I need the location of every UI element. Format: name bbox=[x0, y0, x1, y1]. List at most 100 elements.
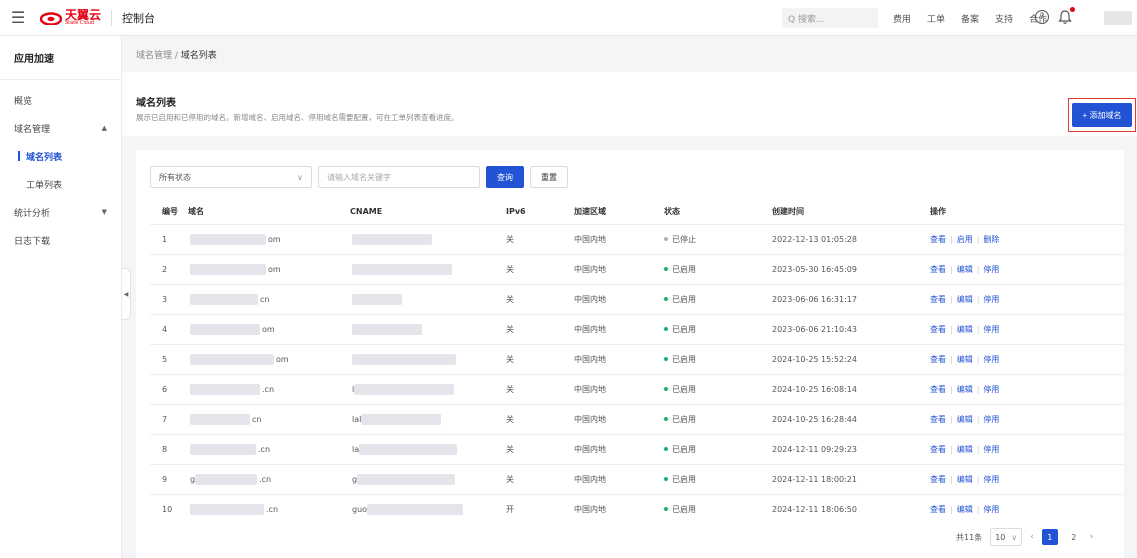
row-number: 8 bbox=[150, 433, 188, 464]
disable-link[interactable]: 停用 bbox=[983, 385, 999, 394]
edit-link[interactable]: 编辑 bbox=[957, 295, 973, 304]
view-link[interactable]: 查看 bbox=[930, 385, 946, 394]
domain-cell[interactable]: om bbox=[188, 313, 350, 344]
edit-link[interactable]: 编辑 bbox=[957, 505, 973, 514]
domain-cell[interactable]: cn bbox=[188, 283, 350, 314]
sidebar-item-ticket-list[interactable]: 工单列表 bbox=[0, 170, 121, 198]
status-cell: 已启用 bbox=[664, 343, 772, 374]
sidebar-item-label: 统计分析 bbox=[14, 208, 51, 219]
sidebar: 应用加速 概览 域名管理 ▲ 域名列表 工单列表 统计分析 ▼ 日志下载 bbox=[0, 36, 122, 558]
disable-link[interactable]: 停用 bbox=[983, 325, 999, 334]
domain-cell[interactable]: om bbox=[188, 223, 350, 254]
page-size-value: 10 bbox=[995, 532, 1006, 542]
edit-link[interactable]: 编辑 bbox=[957, 385, 973, 394]
next-page-icon[interactable]: › bbox=[1090, 532, 1094, 542]
status-text: 已启用 bbox=[672, 264, 696, 274]
redacted-block bbox=[190, 323, 260, 335]
action-separator: | bbox=[976, 444, 980, 454]
sidebar-item-log-download[interactable]: 日志下载 bbox=[0, 226, 121, 254]
page-1-button[interactable]: 1 bbox=[1041, 529, 1058, 545]
domain-suffix: .cn bbox=[259, 474, 272, 484]
nav-tickets[interactable]: 工单 bbox=[927, 12, 945, 25]
query-button[interactable]: 查询 bbox=[486, 166, 524, 188]
disable-link[interactable]: 停用 bbox=[983, 265, 999, 274]
edit-link[interactable]: 编辑 bbox=[957, 475, 973, 484]
view-link[interactable]: 查看 bbox=[930, 415, 946, 424]
sidebar-item-domain-management[interactable]: 域名管理 ▲ bbox=[0, 114, 121, 142]
sidebar-item-overview[interactable]: 概览 bbox=[0, 86, 121, 114]
domain-suffix: om bbox=[262, 324, 275, 334]
disable-link[interactable]: 停用 bbox=[983, 415, 999, 424]
domain-cell[interactable]: om bbox=[188, 253, 350, 284]
disable-link[interactable]: 停用 bbox=[983, 355, 999, 364]
action-separator: | bbox=[976, 234, 980, 244]
view-link[interactable]: 查看 bbox=[930, 295, 946, 304]
action-separator: | bbox=[950, 384, 953, 394]
brand-logo[interactable]: 天翼云 State Cloud bbox=[40, 9, 101, 26]
actions-cell: 查看 | 编辑 | 停用 bbox=[930, 253, 1124, 284]
domain-cell[interactable]: .cn bbox=[188, 373, 350, 404]
redacted-block bbox=[357, 473, 456, 485]
user-avatar[interactable] bbox=[1104, 11, 1132, 25]
sidebar-item-label: 工单列表 bbox=[26, 180, 63, 191]
domain-cell[interactable]: .cn bbox=[188, 493, 350, 524]
actions-cell: 查看 | 编辑 | 停用 bbox=[930, 463, 1124, 494]
nav-filing[interactable]: 备案 bbox=[961, 12, 979, 25]
action-separator: | bbox=[950, 264, 953, 274]
disable-link[interactable]: 停用 bbox=[983, 475, 999, 484]
domain-cell[interactable]: cn bbox=[188, 403, 350, 434]
cname-cell: g bbox=[350, 463, 506, 494]
domain-cell[interactable]: om bbox=[188, 343, 350, 374]
table-row: 7 cn lal 关中国内地 已启用 2024-10-25 16:28:44 查看 | 编辑 | 停… bbox=[150, 403, 1124, 434]
delete-link[interactable]: 删除 bbox=[983, 235, 999, 244]
edit-link[interactable]: 编辑 bbox=[957, 325, 973, 334]
add-domain-highlight: + 添加域名 bbox=[1068, 98, 1136, 132]
edit-link[interactable]: 编辑 bbox=[957, 355, 973, 364]
enable-link[interactable]: 启用 bbox=[957, 235, 973, 244]
view-link[interactable]: 查看 bbox=[930, 475, 946, 484]
page-2-button[interactable]: 2 bbox=[1066, 529, 1082, 545]
disable-link[interactable]: 停用 bbox=[983, 445, 999, 454]
breadcrumb-parent[interactable]: 域名管理 bbox=[136, 51, 172, 61]
status-dot-icon bbox=[664, 417, 668, 421]
menu-icon[interactable]: ☰ bbox=[0, 0, 36, 36]
view-link[interactable]: 查看 bbox=[930, 265, 946, 274]
notification-dot bbox=[1070, 7, 1075, 12]
domain-keyword-input[interactable] bbox=[318, 166, 480, 188]
nav-fees[interactable]: 费用 bbox=[893, 12, 911, 25]
table-row: 6 .cn l 关中国内地 已启用 2024-10-25 16:08:14 查看 | 编辑 | 停用 bbox=[150, 373, 1124, 404]
action-separator: | bbox=[976, 264, 980, 274]
reset-button[interactable]: 重置 bbox=[530, 166, 568, 188]
sidebar-collapse-handle[interactable]: ◀ bbox=[122, 268, 131, 320]
view-link[interactable]: 查看 bbox=[930, 325, 946, 334]
disable-link[interactable]: 停用 bbox=[983, 505, 999, 514]
view-link[interactable]: 查看 bbox=[930, 235, 946, 244]
domain-cell[interactable]: .cn bbox=[188, 433, 350, 464]
domain-cell[interactable]: g .cn bbox=[188, 463, 350, 494]
help-icon[interactable]: ? bbox=[1035, 10, 1049, 24]
nav-support[interactable]: 支持 bbox=[995, 12, 1013, 25]
status-select[interactable]: 所有状态 ∨ bbox=[150, 166, 312, 188]
actions-cell: 查看 | 启用 | 删除 bbox=[930, 223, 1124, 254]
view-link[interactable]: 查看 bbox=[930, 505, 946, 514]
view-link[interactable]: 查看 bbox=[930, 445, 946, 454]
status-dot-icon bbox=[664, 297, 668, 301]
sidebar-item-domain-list[interactable]: 域名列表 bbox=[0, 142, 121, 170]
add-domain-button[interactable]: + 添加域名 bbox=[1072, 103, 1132, 127]
view-link[interactable]: 查看 bbox=[930, 355, 946, 364]
created-time-cell: 2024-10-25 15:52:24 bbox=[772, 343, 930, 374]
edit-link[interactable]: 编辑 bbox=[957, 415, 973, 424]
region-cell: 中国内地 bbox=[574, 313, 664, 344]
disable-link[interactable]: 停用 bbox=[983, 295, 999, 304]
prev-page-icon[interactable]: ‹ bbox=[1030, 532, 1034, 542]
ipv6-cell: 关 bbox=[506, 433, 574, 464]
page-size-select[interactable]: 10 ∨ bbox=[990, 528, 1023, 546]
redacted-block bbox=[352, 263, 452, 275]
edit-link[interactable]: 编辑 bbox=[957, 445, 973, 454]
redacted-block bbox=[361, 413, 442, 425]
console-link[interactable]: 控制台 bbox=[122, 10, 155, 26]
sidebar-item-statistics[interactable]: 统计分析 ▼ bbox=[0, 198, 121, 226]
edit-link[interactable]: 编辑 bbox=[957, 265, 973, 274]
global-search-input[interactable]: Q 搜索... bbox=[782, 8, 878, 28]
created-time-cell: 2023-05-30 16:45:09 bbox=[772, 253, 930, 284]
